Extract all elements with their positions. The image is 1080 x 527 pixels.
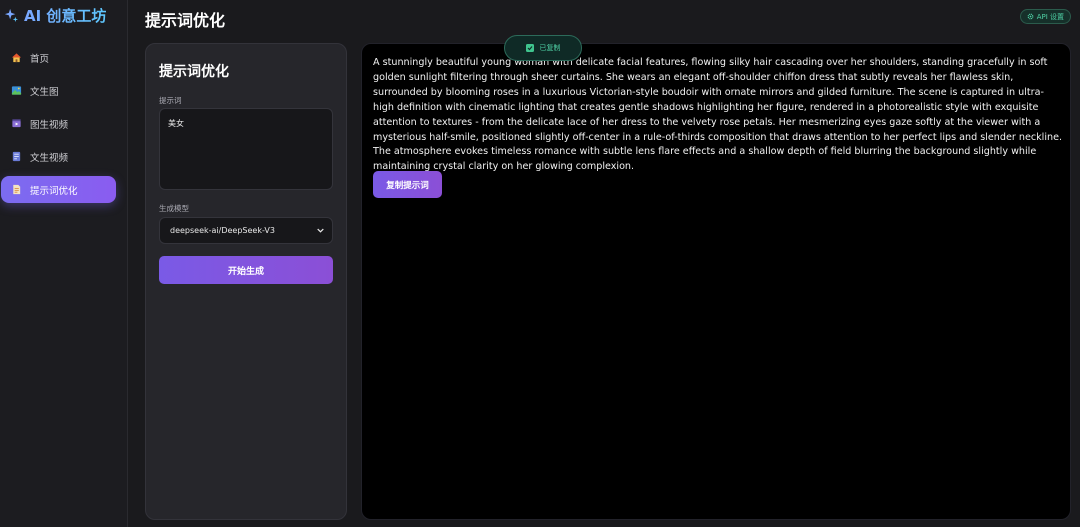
check-icon	[525, 44, 534, 52]
chevron-down-icon	[317, 228, 324, 233]
api-settings-button[interactable]: API 设置	[1019, 9, 1071, 24]
generate-button[interactable]: 开始生成	[159, 256, 333, 284]
sidebar-item-image-to-video[interactable]: 图生视频	[1, 110, 116, 137]
document-icon	[13, 184, 21, 195]
sidebar-item-prompt-optimize[interactable]: 提示词优化	[1, 176, 116, 203]
optimized-prompt-text: A stunningly beautiful young woman with …	[373, 57, 1063, 173]
sidebar: AI 创意工坊 首页 文生图 图生视频 文生视频 提示词优化	[0, 0, 128, 527]
prompt-input[interactable]: 美女	[159, 108, 333, 190]
home-icon	[11, 53, 22, 63]
toast-message: 已复制	[539, 44, 561, 52]
video-icon	[12, 119, 21, 128]
prompt-label: 提示词	[159, 96, 182, 105]
sidebar-item-text-to-image[interactable]: 文生图	[1, 77, 116, 104]
sidebar-item-label: 文生视频	[30, 152, 69, 164]
model-label: 生成模型	[159, 204, 189, 213]
sidebar-item-text-to-video[interactable]: 文生视频	[1, 143, 116, 170]
copied-toast: 已复制	[504, 35, 582, 61]
gear-icon	[1027, 13, 1034, 20]
api-settings-label: API 设置	[1036, 12, 1064, 21]
sidebar-item-home[interactable]: 首页	[1, 44, 116, 71]
brand-name: AI 创意工坊	[24, 6, 107, 25]
output-panel: A stunningly beautiful young woman with …	[361, 43, 1071, 520]
prompt-form-panel: 提示词优化 提示词 美女 生成模型 deepseek-ai/DeepSeek-V…	[145, 43, 347, 520]
model-selected-value: deepseek-ai/DeepSeek-V3	[170, 226, 275, 235]
sidebar-item-label: 图生视频	[30, 119, 69, 131]
film-icon	[12, 151, 21, 162]
form-title: 提示词优化	[159, 64, 229, 80]
page-title: 提示词优化	[145, 11, 226, 30]
image-icon	[11, 86, 22, 95]
sidebar-item-label: 提示词优化	[30, 185, 78, 197]
sidebar-item-label: 首页	[30, 53, 50, 65]
sparkle-icon	[4, 8, 18, 22]
brand-logo[interactable]: AI 创意工坊	[4, 4, 106, 26]
sidebar-item-label: 文生图	[30, 86, 59, 98]
sidebar-nav: 首页 文生图 图生视频 文生视频 提示词优化	[0, 44, 128, 209]
model-select[interactable]: deepseek-ai/DeepSeek-V3	[159, 217, 333, 244]
copy-prompt-button[interactable]: 复制提示词	[373, 171, 442, 198]
